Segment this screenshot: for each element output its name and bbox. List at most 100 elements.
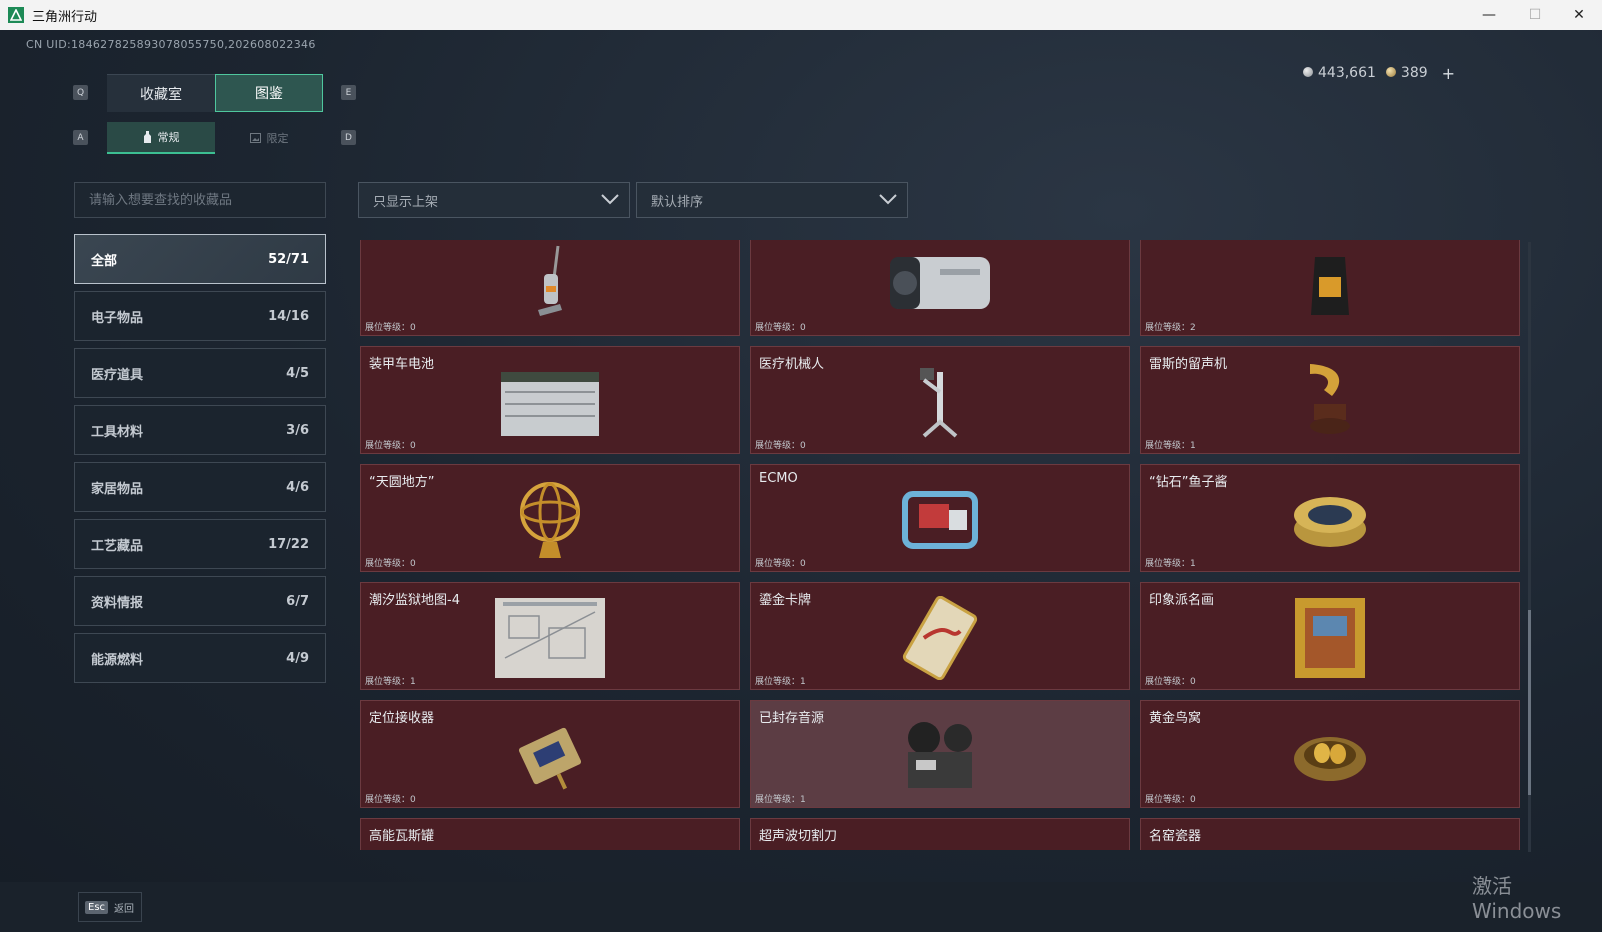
key-hint-q: Q [73, 85, 88, 100]
item-name: 超声波切割刀 [759, 829, 838, 844]
picture-icon [249, 133, 261, 143]
booth-level-value: 0 [1190, 795, 1196, 805]
projector-icon [880, 249, 1000, 323]
key-hint-a: A [73, 130, 88, 145]
booth-level-prefix: 展位等级： [755, 559, 801, 569]
category-label: 医疗道具 [91, 367, 144, 383]
booth-level: 展位等级：2 [1145, 320, 1196, 333]
item-name: 名窑瓷器 [1149, 829, 1202, 844]
map-icon [495, 598, 605, 682]
armillary-icon [515, 478, 585, 566]
collection-card[interactable]: 黄金鸟窝 展位等级：0 [1140, 700, 1520, 808]
gramophone-icon [1300, 360, 1360, 448]
category-label: 工具材料 [91, 424, 144, 440]
category-count: 4/5 [286, 365, 309, 381]
booth-level-value: 1 [1190, 559, 1196, 569]
key-hint-d: D [341, 130, 356, 145]
booth-level-value: 0 [410, 795, 416, 805]
scrollbar-thumb[interactable] [1528, 610, 1531, 795]
maximize-button[interactable]: ☐ [1512, 0, 1558, 30]
tab-catalog[interactable]: 图鉴 [215, 74, 323, 112]
category-item[interactable]: 工艺藏品 17/22 [74, 519, 326, 569]
collection-card[interactable]: 已封存音源 展位等级：1 [750, 700, 1130, 808]
key-hint-e: E [341, 85, 356, 100]
category-item[interactable]: 医疗道具 4/5 [74, 348, 326, 398]
category-label: 电子物品 [91, 310, 144, 326]
booth-level-value: 1 [410, 677, 416, 687]
chevron-down-icon [879, 194, 897, 205]
back-label: 返回 [114, 903, 135, 915]
item-name: 定位接收器 [369, 711, 435, 726]
booth-level: 展位等级：0 [1145, 792, 1196, 805]
category-count: 52/71 [268, 251, 309, 267]
collection-card[interactable]: 名窑瓷器 [1140, 818, 1520, 850]
game-screen: CN UID:184627825893078055750,20260802234… [0, 30, 1602, 932]
booth-level-prefix: 展位等级： [365, 441, 411, 451]
card-icon [900, 596, 980, 684]
category-item[interactable]: 全部 52/71 [74, 234, 326, 284]
booth-level-value: 0 [410, 559, 416, 569]
booth-level-prefix: 展位等级： [1145, 441, 1191, 451]
category-item[interactable]: 电子物品 14/16 [74, 291, 326, 341]
booth-level: 展位等级：0 [365, 438, 416, 451]
collection-card[interactable]: 展位等级：2 [1140, 240, 1520, 336]
add-currency-button[interactable]: + [1442, 64, 1455, 83]
item-name: ECMO [759, 471, 798, 486]
subtab-limited[interactable]: 限定 [215, 122, 323, 154]
item-name: 已封存音源 [759, 711, 825, 726]
item-name: 潮汐监狱地图-4 [369, 593, 460, 608]
booth-level: 展位等级：0 [365, 556, 416, 569]
booth-level-prefix: 展位等级： [1145, 559, 1191, 569]
item-name: 高能瓦斯罐 [369, 829, 435, 844]
collection-card[interactable]: 鎏金卡牌 展位等级：1 [750, 582, 1130, 690]
collection-card[interactable]: 印象派名画 展位等级：0 [1140, 582, 1520, 690]
collection-card[interactable]: 装甲车电池展位等级：0 [360, 346, 740, 454]
shelf-filter-dropdown[interactable]: 只显示上架 [358, 182, 630, 218]
booth-level-prefix: 展位等级： [1145, 323, 1191, 333]
booth-level-prefix: 展位等级： [365, 795, 411, 805]
booth-level: 展位等级：0 [755, 556, 806, 569]
booth-level-value: 0 [410, 441, 416, 451]
collection-card[interactable]: 雷斯的留声机 展位等级：1 [1140, 346, 1520, 454]
minimize-button[interactable]: — [1466, 0, 1512, 30]
category-item[interactable]: 工具材料 3/6 [74, 405, 326, 455]
sort-dropdown[interactable]: 默认排序 [636, 182, 908, 218]
category-count: 6/7 [286, 593, 309, 609]
search-input[interactable] [74, 182, 326, 218]
booth-level-value: 0 [410, 323, 416, 333]
booth-level: 展位等级：0 [1145, 674, 1196, 687]
collection-grid: 展位等级：0 展位等级：0 展位等级：2 装甲车电池 展位等级：0 医疗机械人 展位等级：0… [360, 240, 1520, 850]
collection-card[interactable]: 定位接收器展位等级：0 [360, 700, 740, 808]
booth-level: 展位等级：1 [755, 674, 806, 687]
booth-level: 展位等级：0 [755, 438, 806, 451]
ecmo-icon [895, 480, 985, 564]
item-name: “钻石”鱼子酱 [1149, 475, 1228, 490]
category-item[interactable]: 家居物品 4/6 [74, 462, 326, 512]
collection-card[interactable]: “天圆地方” 展位等级：0 [360, 464, 740, 572]
back-button[interactable]: Esc 返回 [78, 892, 142, 922]
bottom-bar: Esc 返回 [0, 882, 1602, 932]
collection-card[interactable]: 超声波切割刀 [750, 818, 1130, 850]
chevron-down-icon [601, 194, 619, 205]
category-item[interactable]: 能源燃料 4/9 [74, 633, 326, 683]
category-item[interactable]: 资料情报 6/7 [74, 576, 326, 626]
collection-card[interactable]: 潮汐监狱地图-4 展位等级：1 [360, 582, 740, 690]
collection-card[interactable]: 展位等级：0 [360, 240, 740, 336]
collection-card[interactable]: 展位等级：0 [750, 240, 1130, 336]
coffee-bag-icon [1305, 249, 1355, 323]
category-count: 4/6 [286, 479, 309, 495]
close-button[interactable]: ✕ [1556, 0, 1602, 30]
collection-card[interactable]: “钻石”鱼子酱展位等级：1 [1140, 464, 1520, 572]
item-name: 装甲车电池 [369, 357, 435, 372]
category-label: 资料情报 [91, 595, 144, 611]
booth-level: 展位等级：0 [755, 320, 806, 333]
item-name: 雷斯的留声机 [1149, 357, 1228, 372]
collection-card[interactable]: 高能瓦斯罐 [360, 818, 740, 850]
collection-card[interactable]: 医疗机械人 展位等级：0 [750, 346, 1130, 454]
subtab-regular[interactable]: 常规 [107, 122, 215, 154]
tab-collection-room[interactable]: 收藏室 [107, 74, 215, 112]
booth-level-value: 1 [800, 795, 806, 805]
booth-level-value: 1 [800, 677, 806, 687]
window-titlebar: 三角洲行动 — ☐ ✕ [0, 0, 1602, 30]
collection-card[interactable]: ECMO 展位等级：0 [750, 464, 1130, 572]
